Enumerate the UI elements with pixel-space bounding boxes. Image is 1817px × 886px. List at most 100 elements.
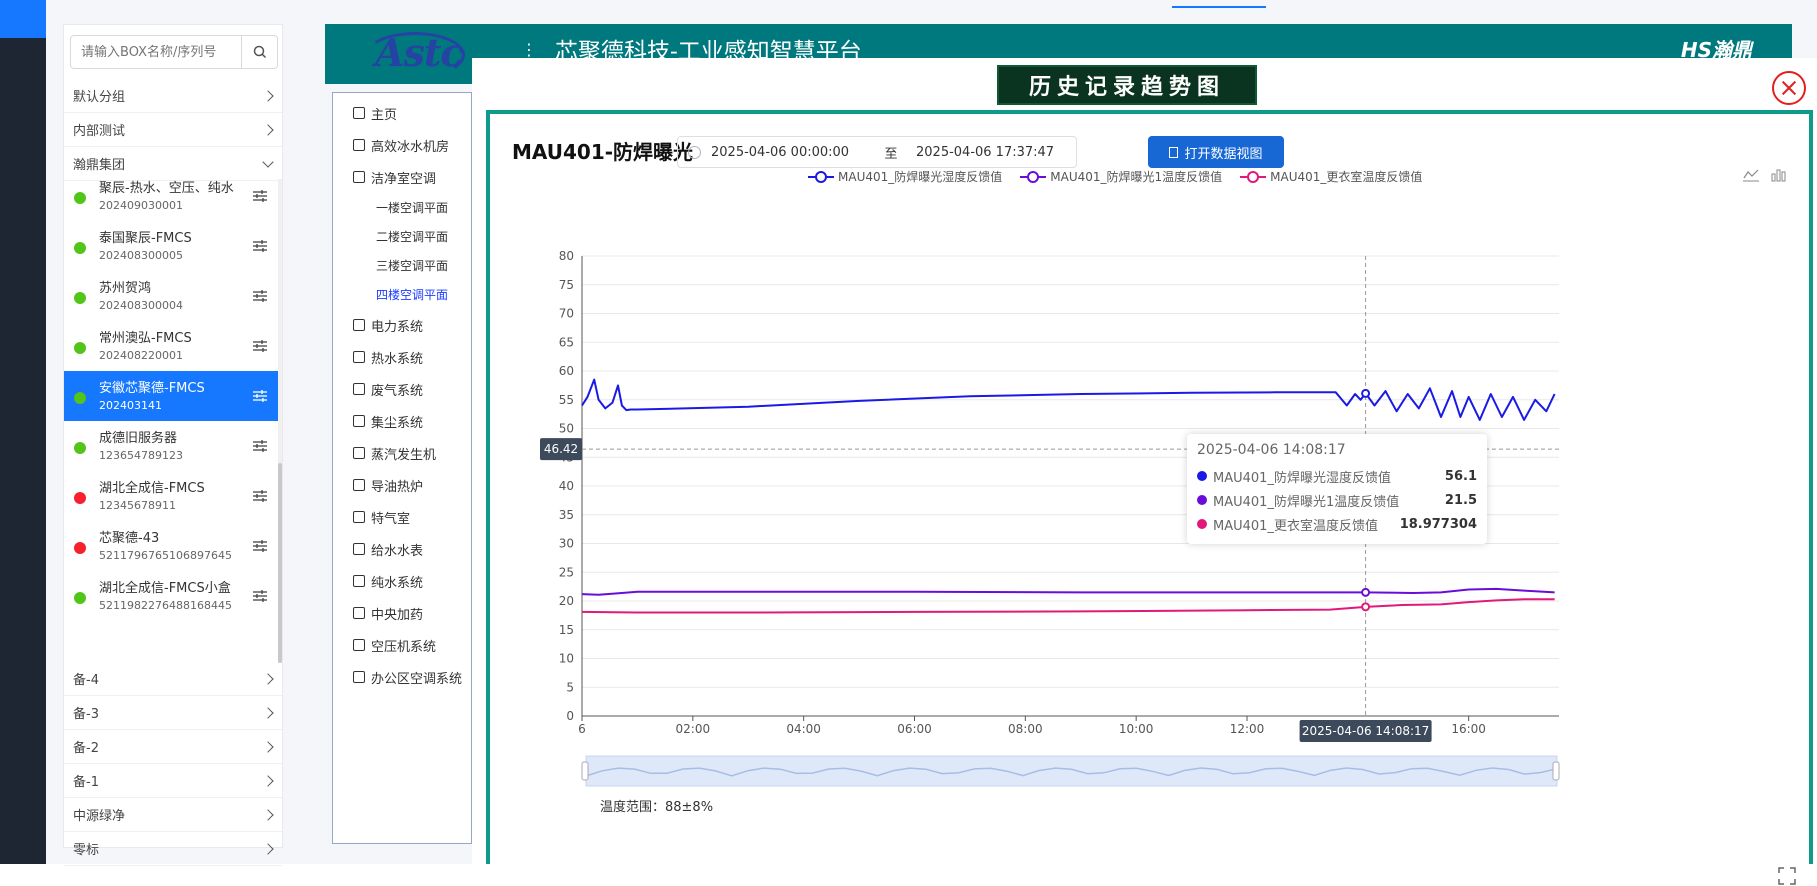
nav-icon <box>353 671 365 683</box>
nav-item[interactable]: 废气系统 <box>353 379 423 399</box>
tooltip-value: 56.1 <box>1444 468 1477 484</box>
group-internal[interactable]: 内部测试 <box>64 113 282 147</box>
sliders-icon[interactable] <box>252 239 268 253</box>
search-input[interactable] <box>70 35 242 69</box>
device-item[interactable]: 芯聚德-43 5211796765106897645 <box>64 521 278 571</box>
nav-icon <box>353 171 365 183</box>
device-item[interactable]: 湖北全成信-FMCS 12345678911 <box>64 471 278 521</box>
nav-item[interactable]: 纯水系统 <box>353 571 423 591</box>
nav-item[interactable]: 中央加药 <box>353 603 423 623</box>
group-default[interactable]: 默认分组 <box>64 79 282 113</box>
sliders-icon[interactable] <box>252 539 268 553</box>
chevron-right-icon <box>262 842 274 855</box>
group-label: 内部测试 <box>73 124 126 139</box>
group-handing[interactable]: 瀚鼎集团 <box>64 147 282 181</box>
y-tick-label: 80 <box>559 249 574 263</box>
group-row[interactable]: 备-1 <box>64 764 282 798</box>
group-row[interactable]: 备-3 <box>64 696 282 730</box>
nav-subitem[interactable]: 四楼空调平面 <box>376 286 448 306</box>
nav-label: 办公区空调系统 <box>371 671 463 687</box>
y-tick-label: 75 <box>559 278 574 292</box>
y-tick-label: 50 <box>559 422 574 436</box>
group-label: 备-4 <box>73 673 99 688</box>
sliders-icon[interactable] <box>252 439 268 453</box>
scrollbar[interactable] <box>278 179 282 663</box>
nav-item[interactable]: 给水水表 <box>353 539 423 559</box>
device-item[interactable]: 湖北全成信-FMCS小盒 5211982276488168445 <box>64 571 278 621</box>
x-tick-label: 12:00 <box>1230 722 1265 736</box>
sliders-icon[interactable] <box>252 289 268 303</box>
sliders-icon[interactable] <box>252 189 268 203</box>
nav-item[interactable]: 热水系统 <box>353 347 423 367</box>
nav-item[interactable]: 主页 <box>353 103 397 123</box>
device-list: 聚辰-热水、空压、纯水 202409030001 泰国聚辰-FMCS 20240830… <box>64 179 282 663</box>
tooltip-dot <box>1197 495 1207 505</box>
sliders-icon[interactable] <box>252 389 268 403</box>
datazoom-handle-right <box>1552 761 1560 781</box>
chevron-right-icon <box>262 89 274 102</box>
nav-item[interactable]: 电力系统 <box>353 315 423 335</box>
cursor-y-label: 46.42 <box>544 442 578 456</box>
device-item[interactable]: 聚辰-热水、空压、纯水 202409030001 <box>64 179 278 221</box>
search-button[interactable] <box>242 35 278 69</box>
nav-label: 主页 <box>371 107 398 123</box>
device-item[interactable]: 泰国聚辰-FMCS 202408300005 <box>64 221 278 271</box>
device-item[interactable]: 常州澳弘-FMCS 202408220001 <box>64 321 278 371</box>
device-item[interactable]: 安徽芯聚德-FMCS 202403141 <box>64 371 278 421</box>
sliders-icon[interactable] <box>252 489 268 503</box>
chart-frame: MAU401-防焊曝光 2025-04-06 00:00:00 至 2025-0… <box>486 110 1813 885</box>
nav-item[interactable]: 集尘系统 <box>353 411 423 431</box>
menu-icon[interactable]: ⋮ <box>521 40 537 59</box>
group-row[interactable]: 备-4 <box>64 662 282 696</box>
rail-active-item[interactable] <box>0 0 46 38</box>
group-row[interactable]: 零标 <box>64 832 282 866</box>
group-row[interactable]: 中源绿净 <box>64 798 282 832</box>
nav-label: 空压机系统 <box>371 639 437 655</box>
nav-icon <box>353 575 365 587</box>
scrollbar-thumb[interactable] <box>278 463 282 663</box>
nav-label: 中央加药 <box>371 607 424 623</box>
group-row[interactable]: 备-2 <box>64 730 282 764</box>
nav-item[interactable]: 导油热炉 <box>353 475 423 495</box>
nav-item[interactable]: 高效冰水机房 <box>353 135 449 155</box>
tooltip-series: MAU401_防焊曝光1温度反馈值 <box>1213 494 1400 510</box>
temperature-range-note: 温度范围：88±8% <box>600 800 714 815</box>
modal-title: 历史记录趋势图 <box>997 65 1257 105</box>
fullscreen-icon[interactable] <box>1777 866 1797 886</box>
rail-icon[interactable] <box>2 82 12 96</box>
nav-item[interactable]: 洁净室空调 <box>353 167 436 187</box>
chevron-right-icon <box>262 808 274 821</box>
trend-chart[interactable]: 05101520253035404550556065707580602:0004… <box>490 114 1809 868</box>
status-dot <box>74 492 86 504</box>
y-tick-label: 20 <box>559 594 574 608</box>
device-item[interactable]: 苏州贺鸿 202408300004 <box>64 271 278 321</box>
nav-subitem[interactable]: 三楼空调平面 <box>376 257 448 277</box>
nav-item[interactable]: 蒸汽发生机 <box>353 443 436 463</box>
y-tick-label: 5 <box>566 680 574 694</box>
nav-label: 蒸汽发生机 <box>371 447 437 463</box>
device-item[interactable]: 成德旧服务器 123654789123 <box>64 421 278 471</box>
rail-icon[interactable] <box>2 44 12 58</box>
chart-tooltip: 2025-04-06 14:08:17 MAU401_防焊曝光湿度反馈值 56.1… <box>1187 434 1487 544</box>
chevron-right-icon <box>262 774 274 787</box>
status-dot <box>74 242 86 254</box>
sliders-icon[interactable] <box>252 339 268 353</box>
nav-item[interactable]: 办公区空调系统 <box>353 667 462 687</box>
nav-item[interactable]: 空压机系统 <box>353 635 436 655</box>
datazoom-slider <box>585 755 1558 787</box>
tooltip-value: 21.5 <box>1444 492 1477 508</box>
tooltip-dot <box>1197 471 1207 481</box>
close-icon[interactable] <box>1772 71 1806 105</box>
nav-subitem[interactable]: 二楼空调平面 <box>376 228 448 248</box>
tooltip-row: MAU401_防焊曝光1温度反馈值 21.5 <box>1197 488 1477 512</box>
status-dot <box>74 542 86 554</box>
sliders-icon[interactable] <box>252 589 268 603</box>
nav-icon <box>353 543 365 555</box>
status-dot <box>74 292 86 304</box>
nav-item[interactable]: 特气室 <box>353 507 410 527</box>
status-dot <box>74 442 86 454</box>
rail-icon[interactable] <box>2 122 12 136</box>
y-tick-label: 25 <box>559 565 574 579</box>
y-tick-label: 70 <box>559 307 574 321</box>
nav-subitem[interactable]: 一楼空调平面 <box>376 199 448 219</box>
